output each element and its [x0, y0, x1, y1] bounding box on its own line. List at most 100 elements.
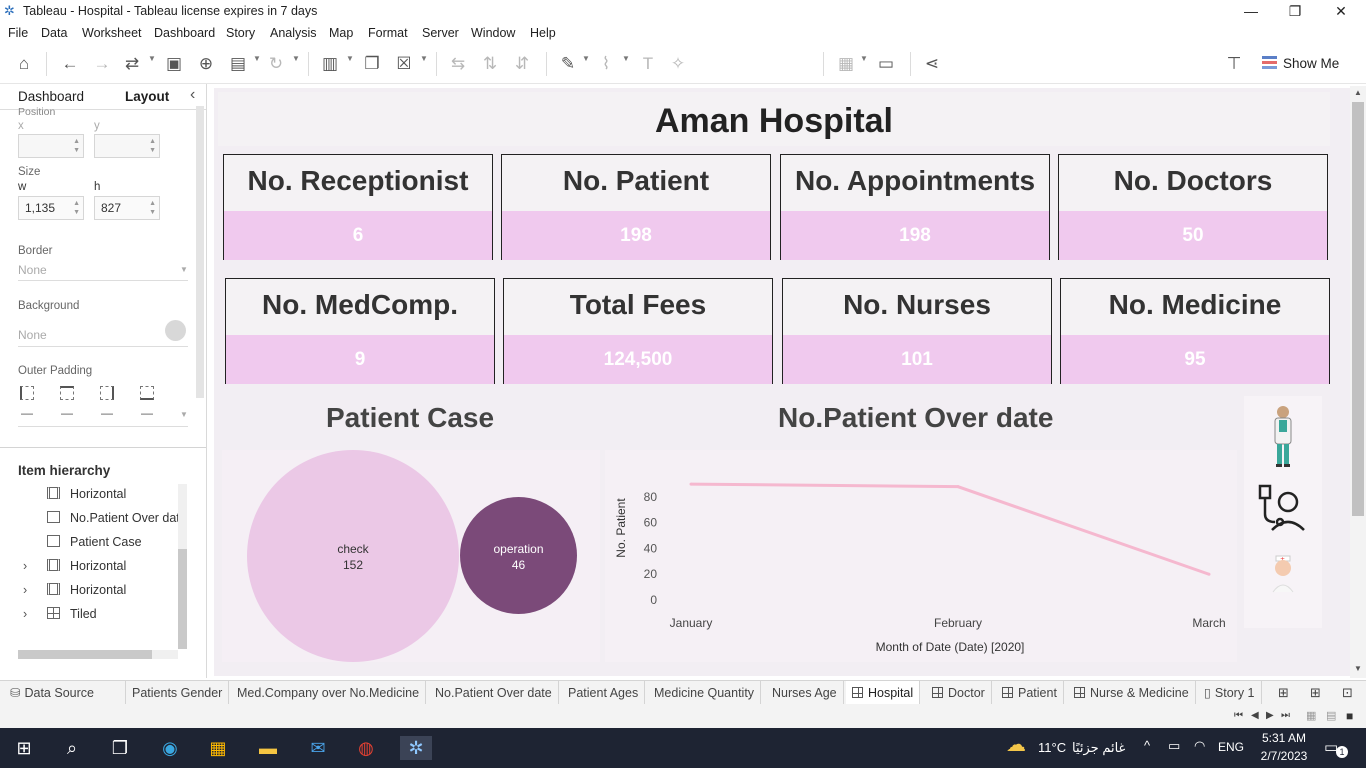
tab-nurse-medicine[interactable]: Nurse & Medicine [1068, 681, 1196, 705]
chevron-down-icon[interactable]: ▼ [180, 410, 188, 419]
left-pane-scrollbar[interactable] [196, 106, 204, 398]
windows-start-icon[interactable]: ⊞ [12, 736, 36, 760]
home-icon[interactable]: ⌂ [12, 52, 36, 76]
chevron-down-icon[interactable]: ▼ [582, 54, 590, 63]
group-members-icon[interactable]: ⌇ [594, 52, 618, 76]
new-dashboard-tab-icon[interactable]: ⊞ [1304, 681, 1327, 705]
menu-file[interactable]: File [8, 26, 28, 40]
language-indicator[interactable]: ENG [1218, 740, 1244, 754]
padding-top-icon[interactable] [60, 386, 74, 400]
scrollbar-thumb[interactable] [1352, 102, 1364, 516]
sort-descending-icon[interactable]: ⇵ [510, 52, 534, 76]
fix-axes-icon[interactable]: ✧ [666, 52, 690, 76]
border-dropdown[interactable]: None [18, 263, 47, 277]
show-filmstrip-icon[interactable]: ▦ [1306, 709, 1316, 722]
store-icon[interactable]: ▦ [206, 736, 230, 760]
hierarchy-item[interactable]: › Tiled [23, 604, 97, 624]
scrollbar-thumb[interactable] [18, 650, 152, 659]
chevron-down-icon[interactable]: ▼ [148, 54, 156, 63]
first-sheet-icon[interactable]: ⏮ [1234, 710, 1243, 721]
menu-data[interactable]: Data [41, 26, 67, 40]
new-data-source-icon[interactable]: ⊕ [194, 52, 218, 76]
kpi-total-fees[interactable]: Total Fees 124,500 [503, 278, 773, 384]
new-worksheet-tab-icon[interactable]: ⊞ [1272, 681, 1295, 705]
pause-updates-icon[interactable]: ▤ [226, 52, 250, 76]
line-chart-panel[interactable]: 0 20 40 60 80 January February March Month of Da… [605, 450, 1237, 662]
tab-data-source[interactable]: ⛁ Data Source [4, 681, 126, 705]
next-sheet-icon[interactable]: ▶ [1266, 710, 1274, 721]
clear-sheet-icon[interactable]: ☒ [392, 52, 416, 76]
tableau-taskbar-icon[interactable]: ✲ [400, 736, 432, 760]
line-chart[interactable]: 0 20 40 60 80 January February March Month of Da… [605, 450, 1237, 662]
duplicate-sheet-icon[interactable]: ❐ [360, 52, 384, 76]
redo-icon[interactable]: → [90, 52, 114, 76]
chevron-right-icon[interactable]: › [23, 580, 27, 600]
padding-left-icon[interactable] [20, 386, 34, 400]
highlight-icon[interactable]: ✎ [556, 52, 580, 76]
show-tabs-icon[interactable]: ▤ [1326, 709, 1336, 722]
tab-doctor[interactable]: Doctor [926, 681, 992, 705]
chevron-down-icon[interactable]: ▼ [860, 54, 868, 63]
chevron-right-icon[interactable]: › [23, 556, 27, 576]
task-view-icon[interactable]: ❐ [108, 736, 132, 760]
chevron-down-icon[interactable]: ▼ [420, 54, 428, 63]
hierarchy-item[interactable]: › Horizontal [23, 580, 126, 600]
kpi-doctors[interactable]: No. Doctors 50 [1058, 154, 1328, 260]
chrome-icon[interactable]: ◍ [354, 736, 378, 760]
tab-patients-gender[interactable]: Patients Gender [126, 681, 230, 705]
spinner-icon[interactable]: ▲ ▼ [73, 137, 80, 155]
hierarchy-item[interactable]: Patient Case [47, 532, 142, 552]
menu-dashboard[interactable]: Dashboard [154, 26, 215, 40]
clock-time[interactable]: 5:31 AM [1258, 731, 1310, 745]
padding-right-icon[interactable] [100, 386, 114, 400]
hierarchy-item[interactable]: Horizontal [47, 484, 126, 504]
bubble-check[interactable]: check 152 [247, 450, 459, 662]
file-explorer-icon[interactable]: ▬ [256, 736, 280, 760]
menu-window[interactable]: Window [471, 26, 515, 40]
data-point[interactable] [956, 485, 960, 489]
pin-icon[interactable]: ⊤ [1222, 52, 1246, 76]
mail-icon[interactable]: ✉ [306, 736, 330, 760]
bubble-operation[interactable]: operation 46 [460, 497, 577, 614]
tab-hospital[interactable]: Hospital [846, 681, 921, 705]
chevron-down-icon[interactable]: ▼ [622, 54, 630, 63]
weather-text[interactable]: غائم جزئيًا [1072, 740, 1125, 756]
hierarchy-item[interactable]: No.Patient Over dat [47, 508, 180, 528]
show-labels-icon[interactable]: T [636, 52, 660, 76]
show-me-button[interactable]: Show Me [1262, 54, 1339, 74]
menu-help[interactable]: Help [530, 26, 556, 40]
weather-temp[interactable]: 11°C [1038, 740, 1066, 755]
sort-ascending-icon[interactable]: ⇅ [478, 52, 502, 76]
x-field[interactable]: ▲ ▼ [18, 134, 84, 158]
patient-case-chart[interactable]: check 152 operation 46 [222, 450, 600, 662]
menu-story[interactable]: Story [226, 26, 255, 40]
y-field[interactable]: ▲ ▼ [94, 134, 160, 158]
data-point[interactable] [1207, 572, 1211, 576]
collapse-pane-icon[interactable]: ‹ [190, 86, 195, 104]
canvas-scrollbar[interactable]: ▲ ▼ [1350, 86, 1366, 678]
tab-patient[interactable]: Patient [996, 681, 1064, 705]
kpi-patient[interactable]: No. Patient 198 [501, 154, 771, 260]
data-point[interactable] [689, 482, 693, 486]
hierarchy-item[interactable]: › Horizontal [23, 556, 126, 576]
save-icon[interactable]: ▣ [162, 52, 186, 76]
dashboard-title-container[interactable]: Aman Hospital [218, 92, 1330, 146]
padding-bottom-icon[interactable] [140, 386, 154, 400]
width-field[interactable]: 1,135 ▲ ▼ [18, 196, 84, 220]
spinner-icon[interactable]: ▲ ▼ [73, 199, 80, 217]
last-sheet-icon[interactable]: ⏭ [1281, 710, 1290, 721]
new-story-tab-icon[interactable]: ⊡ [1336, 681, 1359, 705]
edge-icon[interactable]: ◉ [158, 736, 182, 760]
height-field[interactable]: 827 ▲ ▼ [94, 196, 160, 220]
battery-icon[interactable]: ▭ [1168, 738, 1180, 754]
background-color-swatch[interactable] [165, 320, 186, 341]
tab-patient-ages[interactable]: Patient Ages [562, 681, 646, 705]
restore-button[interactable]: ❐ [1272, 0, 1318, 22]
spinner-icon[interactable]: ▲ ▼ [149, 199, 156, 217]
scroll-down-icon[interactable]: ▼ [1350, 664, 1366, 673]
clock-date[interactable]: 2/7/2023 [1256, 749, 1312, 763]
menu-server[interactable]: Server [422, 26, 459, 40]
chevron-right-icon[interactable]: › [23, 604, 27, 624]
kpi-medicine[interactable]: No. Medicine 95 [1060, 278, 1330, 384]
tab-nurses-age[interactable]: Nurses Age [766, 681, 844, 705]
